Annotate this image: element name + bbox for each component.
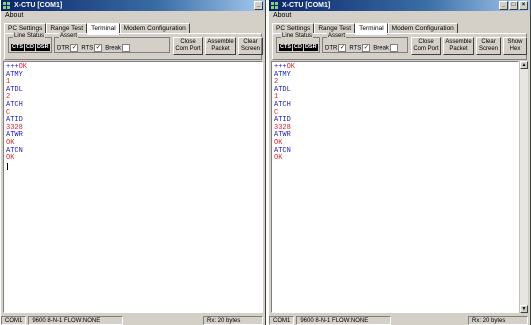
cd-indicator: CD: [293, 44, 303, 51]
show-hex-button[interactable]: Show Hex: [503, 37, 527, 55]
line-status-group: Line Status CTS CD DSR: [276, 33, 320, 53]
title-bar: X-CTU [COM1] _: [1, 0, 265, 11]
terminal-line: ATWR: [274, 131, 291, 140]
terminal-line: ATID: [274, 116, 291, 125]
assert-label: Assert: [327, 33, 347, 40]
terminal-line: ATCH: [274, 100, 291, 109]
terminal-output[interactable]: +++OK ATMY 1 ATDL 2 ATCH C ATID 3328 ATWR OK ATCN OK: [3, 61, 263, 313]
cd-indicator: CD: [25, 44, 35, 51]
status-bar: COM1 9600 8-N-1 FLOW:NONE Rx: 20 bytes: [269, 315, 530, 325]
menu-about[interactable]: About: [273, 12, 291, 19]
status-port: COM1: [269, 316, 295, 325]
cts-indicator: CTS: [279, 44, 292, 51]
scroll-down-icon[interactable]: ▼: [520, 305, 528, 313]
terminal-line-received: OK: [286, 63, 296, 71]
terminal-line: ATCN: [274, 146, 291, 155]
window-title: X-CTU [COM1]: [282, 2, 331, 9]
menu-about[interactable]: About: [5, 12, 23, 19]
assemble-packet-button[interactable]: Assemble Packet: [205, 37, 236, 55]
terminal-line: ATCN: [6, 146, 23, 155]
terminal-line: 2: [6, 93, 11, 102]
text-cursor: [7, 162, 8, 170]
dtr-toggle[interactable]: DTR ✓: [325, 44, 347, 53]
xctu-window-left: X-CTU [COM1] _ About PC Settings Range T…: [0, 0, 266, 325]
dsr-indicator: DSR: [35, 44, 50, 51]
status-settings: 9600 8-N-1 FLOW:NONE: [28, 316, 124, 325]
scroll-up-icon[interactable]: ▲: [520, 61, 528, 69]
dsr-indicator: DSR: [303, 44, 318, 51]
minimize-icon[interactable]: _: [254, 1, 263, 10]
terminal-line: ATDL: [274, 85, 291, 94]
terminal-line: 3328: [274, 123, 291, 132]
terminal-line-received: OK: [18, 63, 28, 71]
status-rx: Rx: 20 bytes: [468, 316, 528, 325]
terminal-line: 1: [274, 93, 279, 102]
line-status-group: Line Status CTS CD DSR: [8, 33, 52, 53]
rts-toggle[interactable]: RTS ✓: [349, 44, 371, 53]
line-status-label: Line Status: [13, 33, 46, 40]
terminal-line: ATDL: [6, 85, 23, 94]
assemble-packet-button[interactable]: Assemble Packet: [443, 37, 474, 55]
clear-screen-button[interactable]: Clear Screen: [476, 37, 501, 55]
line-status-label: Line Status: [281, 33, 314, 40]
status-rx: Rx: 20 bytes: [203, 316, 263, 325]
title-bar: X-CTU [COM1] _ □ ×: [269, 0, 530, 11]
status-settings: 9600 8-N-1 FLOW:NONE: [296, 316, 392, 325]
terminal-scrollbar[interactable]: ▲ ▼: [519, 61, 528, 313]
terminal-line: 2: [274, 78, 279, 87]
terminal-toolbar: Line Status CTS CD DSR Assert DTR ✓ RTS ✓ …: [272, 33, 527, 60]
terminal-line: OK: [274, 138, 283, 147]
terminal-line: ATID: [6, 116, 23, 125]
terminal-line-sent: +++: [6, 63, 19, 71]
terminal-line-sent: +++: [274, 63, 287, 71]
terminal-line: 3328: [6, 123, 23, 132]
terminal-line: OK: [6, 154, 15, 163]
terminal-line: C: [274, 108, 279, 117]
close-com-port-button[interactable]: Close Com Port: [173, 37, 203, 55]
cts-indicator: CTS: [11, 44, 24, 51]
status-port: COM1: [1, 316, 27, 325]
terminal-line: OK: [274, 154, 283, 163]
terminal-output[interactable]: +++OK ATMY 2 ATDL 1 ATCH C ATID 3328 ATWR OK ATCN OK: [271, 61, 519, 313]
window-title: X-CTU [COM1]: [14, 2, 63, 9]
break-toggle[interactable]: Break: [373, 44, 398, 53]
assert-group: Assert DTR ✓ RTS ✓ Break: [322, 33, 408, 53]
terminal-line: ATMY: [6, 70, 23, 79]
close-icon[interactable]: ×: [519, 1, 528, 10]
maximize-icon[interactable]: □: [509, 1, 518, 10]
app-icon: [3, 2, 11, 9]
assert-group: Assert DTR ✓ RTS ✓ Break: [54, 33, 170, 53]
close-com-port-button[interactable]: Close Com Port: [411, 37, 441, 55]
xctu-window-right: X-CTU [COM1] _ □ × About PC Settings Ran…: [268, 0, 531, 325]
terminal-line: 1: [6, 78, 11, 87]
rts-toggle[interactable]: RTS ✓: [81, 44, 103, 53]
terminal-toolbar: Line Status CTS CD DSR Assert DTR ✓ RTS ✓ …: [4, 33, 263, 60]
terminal-line: OK: [6, 138, 15, 147]
assert-label: Assert: [59, 33, 79, 40]
terminal-line: +++OK: [6, 63, 262, 72]
break-toggle[interactable]: Break: [105, 44, 130, 53]
status-bar: COM1 9600 8-N-1 FLOW:NONE Rx: 20 bytes: [1, 315, 265, 325]
terminal-line: C: [6, 108, 11, 117]
terminal-line: ATCH: [6, 100, 23, 109]
terminal-line: ATMY: [274, 70, 291, 79]
terminal-line: +++OK: [274, 63, 518, 72]
clear-screen-button[interactable]: Clear Screen: [238, 37, 263, 55]
minimize-icon[interactable]: _: [499, 1, 508, 10]
dtr-toggle[interactable]: DTR ✓: [57, 44, 79, 53]
app-icon: [271, 2, 279, 9]
terminal-line: ATWR: [6, 131, 23, 140]
